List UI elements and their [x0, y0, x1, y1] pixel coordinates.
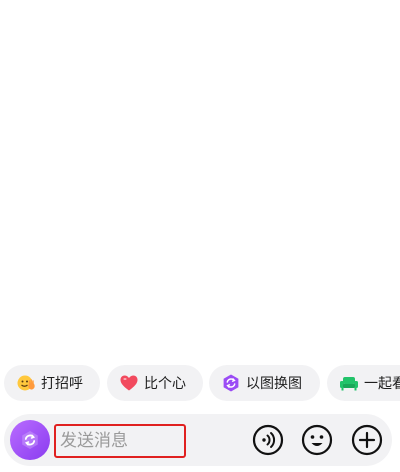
quick-reply-label: 打招呼: [41, 376, 83, 392]
emoji-button[interactable]: [301, 424, 333, 456]
quick-reply-greet[interactable]: 打招呼: [4, 365, 100, 401]
emoji-icon: [301, 424, 333, 456]
chat-screen: 打招呼 比个心 以图换图 一起看 发送消息: [0, 0, 400, 472]
message-input-bar: [4, 414, 392, 466]
plus-icon: [351, 424, 383, 456]
wave-emoji-icon: [16, 373, 36, 393]
message-list-area[interactable]: [0, 0, 400, 360]
voice-icon: [252, 424, 284, 456]
refresh-badge-icon: [19, 429, 41, 451]
quick-reply-label: 比个心: [144, 376, 186, 392]
image-swap-button[interactable]: [10, 420, 50, 460]
voice-button[interactable]: [252, 424, 284, 456]
quick-reply-label: 一起看: [364, 376, 400, 392]
quick-reply-watch-together[interactable]: 一起看: [327, 365, 400, 401]
image-swap-icon: [221, 373, 241, 393]
message-input[interactable]: [54, 424, 186, 458]
heart-icon: [119, 373, 139, 393]
more-actions-button[interactable]: [351, 424, 383, 456]
quick-reply-row[interactable]: 打招呼 比个心 以图换图 一起看: [0, 365, 400, 401]
quick-reply-label: 以图换图: [246, 376, 302, 392]
quick-reply-heart[interactable]: 比个心: [107, 365, 203, 401]
quick-reply-image-swap[interactable]: 以图换图: [209, 365, 320, 401]
sofa-icon: [339, 373, 359, 393]
